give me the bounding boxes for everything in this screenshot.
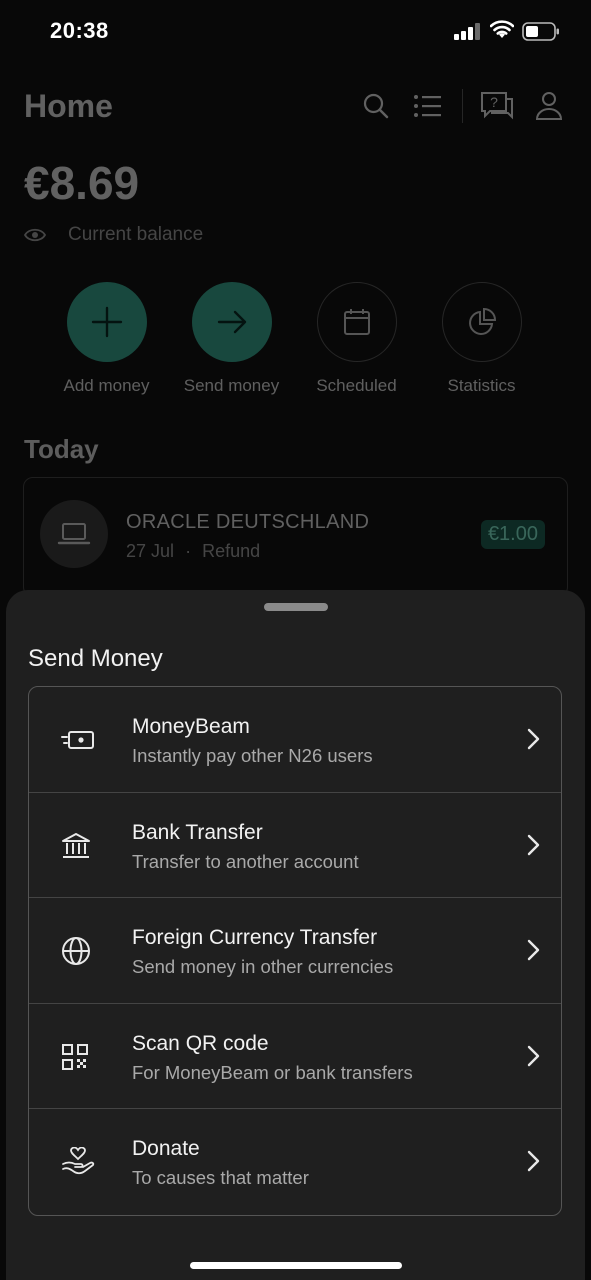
search-icon[interactable] bbox=[358, 88, 394, 124]
profile-icon[interactable] bbox=[531, 88, 567, 124]
donate-heart-icon bbox=[61, 1145, 95, 1179]
sheet-title: Send Money bbox=[28, 645, 163, 672]
chevron-right-icon bbox=[527, 1045, 540, 1066]
option-subtitle: To causes that matter bbox=[132, 1167, 309, 1188]
statistics-button[interactable]: Statistics bbox=[419, 282, 544, 396]
status-time: 20:38 bbox=[50, 18, 109, 43]
option-label: Scan QR code bbox=[132, 1031, 269, 1055]
action-label: Add money bbox=[63, 376, 150, 395]
balance-amount: €8.69 bbox=[24, 157, 140, 209]
chevron-right-icon bbox=[527, 939, 540, 961]
svg-text:?: ? bbox=[490, 94, 498, 110]
wifi-icon bbox=[490, 20, 514, 38]
send-money-sheet: Send Money MoneyBeam Instantly pay other… bbox=[6, 590, 585, 1280]
quick-actions: Add money Send money Scheduled Statistic… bbox=[44, 282, 544, 396]
chevron-right-icon bbox=[527, 834, 540, 855]
option-scan-qr[interactable]: Scan QR code For MoneyBeam or bank trans… bbox=[29, 1004, 561, 1109]
app-screen: 20:38 Home ? €8.69 Current balance Add m… bbox=[0, 0, 591, 1280]
eye-icon[interactable] bbox=[24, 227, 46, 243]
option-subtitle: Instantly pay other N26 users bbox=[132, 745, 373, 766]
option-label: Bank Transfer bbox=[132, 820, 263, 844]
header-divider bbox=[462, 89, 463, 123]
option-moneybeam[interactable]: MoneyBeam Instantly pay other N26 users bbox=[29, 687, 561, 793]
chevron-right-icon bbox=[527, 728, 540, 750]
transaction-type: Refund bbox=[202, 541, 261, 561]
chevron-right-icon bbox=[527, 1150, 540, 1172]
page-title: Home bbox=[24, 88, 113, 124]
header-actions: ? bbox=[342, 88, 567, 124]
laptop-icon bbox=[40, 500, 108, 568]
list-icon[interactable] bbox=[410, 88, 446, 124]
option-bank-transfer[interactable]: Bank Transfer Transfer to another accoun… bbox=[29, 793, 561, 898]
action-label: Scheduled bbox=[316, 376, 397, 395]
transaction-date: 27 Jul bbox=[126, 541, 175, 561]
pie-chart-icon bbox=[441, 282, 522, 362]
option-label: Donate bbox=[132, 1137, 200, 1160]
option-subtitle: Transfer to another account bbox=[132, 850, 359, 872]
moneybeam-icon bbox=[61, 723, 95, 757]
globe-icon bbox=[61, 934, 91, 968]
option-label: Foreign Currency Transfer bbox=[132, 926, 378, 949]
help-chat-icon[interactable]: ? bbox=[479, 88, 515, 124]
sheet-drag-handle[interactable] bbox=[264, 603, 328, 611]
status-bar: 20:38 bbox=[0, 0, 591, 64]
transaction-name: ORACLE DEUTSCHLAND bbox=[126, 511, 370, 533]
balance-visibility-row: Current balance bbox=[24, 224, 203, 246]
bank-icon bbox=[61, 829, 91, 863]
battery-icon bbox=[522, 22, 559, 41]
balance-label: Current balance bbox=[68, 224, 204, 245]
option-foreign-currency[interactable]: Foreign Currency Transfer Send money in … bbox=[29, 898, 561, 1004]
section-title-today: Today bbox=[24, 434, 99, 464]
option-subtitle: For MoneyBeam or bank transfers bbox=[132, 1061, 413, 1083]
send-money-options: MoneyBeam Instantly pay other N26 users … bbox=[28, 686, 562, 1216]
calendar-icon bbox=[316, 282, 397, 362]
send-money-button[interactable]: Send money bbox=[169, 282, 294, 396]
home-indicator[interactable] bbox=[190, 1262, 402, 1269]
transaction-card[interactable]: ORACLE DEUTSCHLAND 27 Jul · Refund €1.00 bbox=[23, 477, 568, 597]
plus-icon bbox=[66, 282, 147, 362]
action-label: Send money bbox=[183, 376, 280, 395]
option-donate[interactable]: Donate To causes that matter bbox=[29, 1109, 561, 1215]
scheduled-button[interactable]: Scheduled bbox=[294, 282, 419, 396]
option-subtitle: Send money in other currencies bbox=[132, 956, 394, 977]
add-money-button[interactable]: Add money bbox=[44, 282, 169, 396]
transaction-amount: €1.00 bbox=[480, 520, 545, 549]
qr-code-icon bbox=[61, 1040, 89, 1074]
meta-separator: · bbox=[185, 541, 192, 561]
cellular-signal-icon bbox=[454, 23, 480, 40]
option-label: MoneyBeam bbox=[132, 715, 250, 738]
arrow-right-icon bbox=[191, 282, 272, 362]
transaction-meta: 27 Jul · Refund bbox=[126, 541, 260, 562]
action-label: Statistics bbox=[447, 376, 516, 395]
